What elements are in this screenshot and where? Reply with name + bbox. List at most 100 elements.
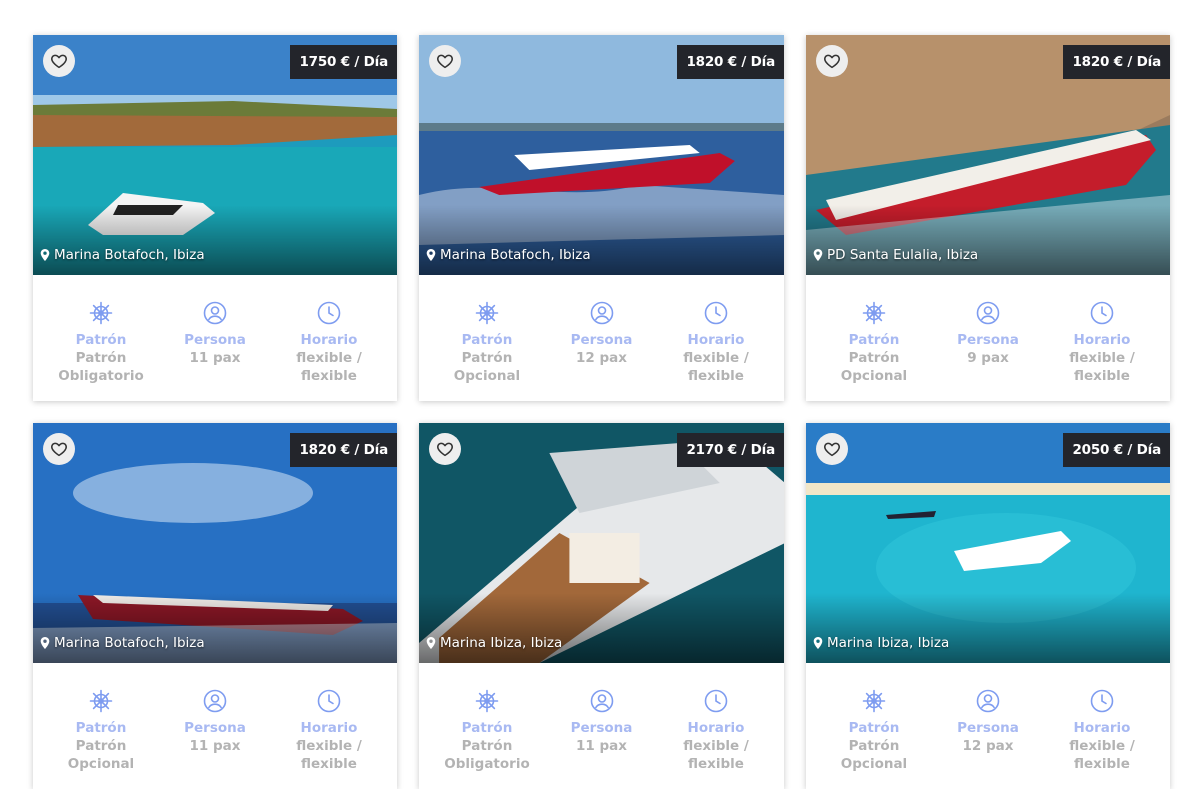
boat-features: Patrón Patrón Opcional Persona 11 pax Ho… xyxy=(33,663,397,773)
map-pin-icon xyxy=(40,249,50,261)
user-circle-icon xyxy=(203,689,227,713)
boat-card[interactable]: 1750 € / Día Marina Botafoch, Ibiza Patr… xyxy=(33,35,397,401)
location-label: Marina Ibiza, Ibiza xyxy=(813,635,949,651)
feature-skipper-title: Patrón xyxy=(461,332,513,348)
boat-photo[interactable]: 2170 € / Día Marina Ibiza, Ibiza xyxy=(419,423,784,663)
feature-skipper-title: Patrón xyxy=(848,720,900,736)
boat-card[interactable]: 2170 € / Día Marina Ibiza, Ibiza Patrón … xyxy=(419,423,784,789)
feature-skipper-value-2: Opcional xyxy=(453,368,521,384)
feature-skipper-value-1: Patrón xyxy=(461,738,513,754)
user-circle-icon xyxy=(976,689,1000,713)
favorite-button[interactable] xyxy=(43,45,75,77)
feature-skipper: Patrón Patrón Opcional xyxy=(820,301,928,385)
boat-photo[interactable]: 1820 € / Día PD Santa Eulalia, Ibiza xyxy=(806,35,1170,275)
feature-schedule-title: Horario xyxy=(300,720,358,736)
feature-persons-title: Persona xyxy=(184,332,246,348)
feature-skipper: Patrón Patrón Opcional xyxy=(47,689,155,773)
feature-schedule-value-2: flexible xyxy=(1074,756,1130,772)
favorite-button[interactable] xyxy=(429,45,461,77)
heart-icon xyxy=(824,442,840,457)
price-badge: 1750 € / Día xyxy=(290,45,397,79)
feature-persons: Persona 9 pax xyxy=(934,301,1042,385)
location-text: Marina Botafoch, Ibiza xyxy=(440,247,591,263)
clock-icon xyxy=(1090,689,1114,713)
location-label: Marina Botafoch, Ibiza xyxy=(40,635,205,651)
feature-persons-title: Persona xyxy=(184,720,246,736)
feature-schedule-value-2: flexible xyxy=(1074,368,1130,384)
map-pin-icon xyxy=(426,249,436,261)
feature-schedule-value-1: flexible / xyxy=(683,350,749,366)
feature-schedule: Horario flexible / flexible xyxy=(1048,301,1156,385)
feature-schedule-value-1: flexible / xyxy=(683,738,749,754)
feature-skipper: Patrón Patrón Opcional xyxy=(820,689,928,773)
location-label: Marina Botafoch, Ibiza xyxy=(40,247,205,263)
clock-icon xyxy=(704,301,728,325)
clock-icon xyxy=(317,689,341,713)
feature-schedule: Horario flexible / flexible xyxy=(1048,689,1156,773)
boat-photo[interactable]: 2050 € / Día Marina Ibiza, Ibiza xyxy=(806,423,1170,663)
user-circle-icon xyxy=(976,301,1000,325)
feature-schedule-value-2: flexible xyxy=(301,756,357,772)
boat-features: Patrón Patrón Opcional Persona 12 pax Ho… xyxy=(806,663,1170,773)
heart-icon xyxy=(51,54,67,69)
favorite-button[interactable] xyxy=(816,433,848,465)
clock-icon xyxy=(1090,301,1114,325)
heart-icon xyxy=(437,442,453,457)
favorite-button[interactable] xyxy=(429,433,461,465)
feature-skipper-value-2: Obligatorio xyxy=(58,368,144,384)
boat-card[interactable]: 1820 € / Día PD Santa Eulalia, Ibiza Pat… xyxy=(806,35,1170,401)
location-label: PD Santa Eulalia, Ibiza xyxy=(813,247,978,263)
feature-schedule-title: Horario xyxy=(687,720,745,736)
feature-schedule-value-1: flexible / xyxy=(296,350,362,366)
location-text: Marina Botafoch, Ibiza xyxy=(54,635,205,651)
feature-schedule-value-2: flexible xyxy=(301,368,357,384)
feature-schedule-title: Horario xyxy=(300,332,358,348)
feature-skipper-value-1: Patrón xyxy=(461,350,513,366)
boat-photo[interactable]: 1820 € / Día Marina Botafoch, Ibiza xyxy=(419,35,784,275)
feature-schedule-value-1: flexible / xyxy=(1069,738,1135,754)
feature-schedule-title: Horario xyxy=(687,332,745,348)
feature-schedule-value-2: flexible xyxy=(688,368,744,384)
ship-wheel-icon xyxy=(862,689,886,713)
boat-card[interactable]: 1820 € / Día Marina Botafoch, Ibiza Patr… xyxy=(419,35,784,401)
price-badge: 1820 € / Día xyxy=(677,45,784,79)
boat-card[interactable]: 2050 € / Día Marina Ibiza, Ibiza Patrón … xyxy=(806,423,1170,789)
feature-persons-title: Persona xyxy=(570,720,633,736)
boat-photo[interactable]: 1820 € / Día Marina Botafoch, Ibiza xyxy=(33,423,397,663)
feature-skipper-value-1: Patrón xyxy=(75,350,127,366)
feature-schedule: Horario flexible / flexible xyxy=(275,301,383,385)
feature-schedule: Horario flexible / flexible xyxy=(275,689,383,773)
feature-skipper-title: Patrón xyxy=(461,720,513,736)
feature-schedule-title: Horario xyxy=(1073,332,1131,348)
feature-skipper: Patrón Patrón Opcional xyxy=(433,301,541,385)
map-pin-icon xyxy=(813,637,823,649)
map-pin-icon xyxy=(40,637,50,649)
feature-persons-value: 11 pax xyxy=(576,738,627,754)
boat-photo[interactable]: 1750 € / Día Marina Botafoch, Ibiza xyxy=(33,35,397,275)
boat-features: Patrón Patrón Obligatorio Persona 11 pax… xyxy=(419,663,784,773)
feature-schedule-title: Horario xyxy=(1073,720,1131,736)
feature-persons-title: Persona xyxy=(957,332,1019,348)
price-badge: 2050 € / Día xyxy=(1063,433,1170,467)
favorite-button[interactable] xyxy=(43,433,75,465)
boat-features: Patrón Patrón Opcional Persona 12 pax Ho… xyxy=(419,275,784,385)
feature-schedule-value-1: flexible / xyxy=(1069,350,1135,366)
price-badge: 1820 € / Día xyxy=(290,433,397,467)
ship-wheel-icon xyxy=(89,301,113,325)
boat-features: Patrón Patrón Opcional Persona 9 pax Hor… xyxy=(806,275,1170,385)
feature-persons: Persona 11 pax xyxy=(161,689,269,773)
boat-card[interactable]: 1820 € / Día Marina Botafoch, Ibiza Patr… xyxy=(33,423,397,789)
feature-schedule: Horario flexible / flexible xyxy=(662,689,770,773)
clock-icon xyxy=(704,689,728,713)
user-circle-icon xyxy=(203,301,227,325)
boat-listing-grid: 1750 € / Día Marina Botafoch, Ibiza Patr… xyxy=(33,35,1170,789)
feature-skipper: Patrón Patrón Obligatorio xyxy=(47,301,155,385)
feature-skipper-title: Patrón xyxy=(848,332,900,348)
location-label: Marina Botafoch, Ibiza xyxy=(426,247,591,263)
feature-persons-title: Persona xyxy=(570,332,633,348)
feature-skipper: Patrón Patrón Obligatorio xyxy=(433,689,541,773)
feature-skipper-title: Patrón xyxy=(75,720,127,736)
location-text: Marina Ibiza, Ibiza xyxy=(827,635,950,651)
favorite-button[interactable] xyxy=(816,45,848,77)
location-text: PD Santa Eulalia, Ibiza xyxy=(827,247,979,263)
